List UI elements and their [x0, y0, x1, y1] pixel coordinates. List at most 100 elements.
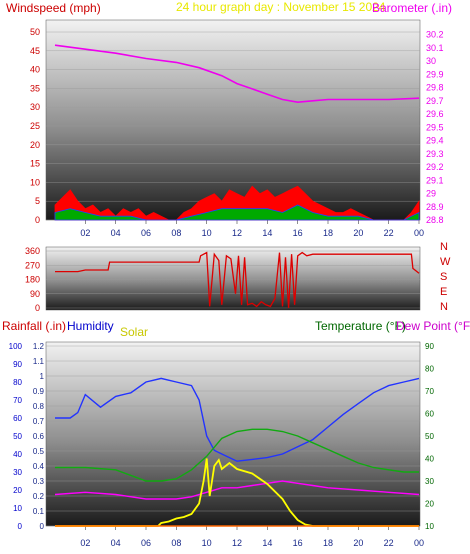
hour-tick: 04 — [111, 228, 121, 238]
humidity-tick: 0 — [18, 522, 23, 531]
barometer-tick: 29.1 — [426, 175, 444, 185]
humidity-label: Humidity — [67, 319, 114, 333]
temperature-tick: 80 — [425, 365, 434, 374]
compass-label: S — [440, 271, 447, 283]
temperature-tick: 20 — [425, 500, 434, 509]
windspeed-tick: 20 — [30, 140, 40, 150]
compass-label: W — [440, 256, 451, 268]
humidity-tick: 60 — [13, 414, 22, 423]
hour-tick: 14 — [262, 538, 272, 548]
windspeed-tick: 25 — [30, 121, 40, 131]
barometer-tick: 29.7 — [426, 96, 444, 106]
rainfall-tick: 0.4 — [33, 462, 45, 471]
temperature-tick: 40 — [425, 455, 434, 464]
hour-tick: 20 — [353, 538, 363, 548]
hour-tick: 08 — [171, 538, 181, 548]
barometer-tick: 29.6 — [426, 109, 444, 119]
hour-tick: 12 — [232, 538, 242, 548]
wind-plot-area — [45, 19, 421, 221]
temperature-tick: 90 — [425, 342, 434, 351]
direction-tick: 180 — [25, 275, 40, 285]
barometer-tick: 29.3 — [426, 149, 444, 159]
temperature-tick: 60 — [425, 410, 434, 419]
humidity-tick: 50 — [13, 432, 22, 441]
direction-tick: 360 — [25, 246, 40, 256]
barometer-tick: 30.1 — [426, 43, 444, 53]
hour-tick: 14 — [262, 228, 272, 238]
rainfall-tick: 0.3 — [33, 477, 45, 486]
direction-tick: 90 — [30, 289, 40, 299]
hour-tick: 08 — [171, 228, 181, 238]
rainfall-label: Rainfall (.in) — [2, 319, 66, 333]
barometer-tick: 28.8 — [426, 215, 444, 225]
dewpoint-label: Dew Point (°F) — [396, 319, 470, 333]
hour-tick: 22 — [384, 228, 394, 238]
compass-label: E — [440, 286, 447, 298]
humidity-tick: 100 — [9, 342, 23, 351]
temperature-tick: 30 — [425, 477, 434, 486]
hour-tick: 18 — [323, 538, 333, 548]
hour-tick: 22 — [384, 538, 394, 548]
rainfall-tick: 0.9 — [33, 387, 45, 396]
windspeed-tick: 5 — [35, 196, 40, 206]
hour-tick: 20 — [353, 228, 363, 238]
hour-tick: 02 — [80, 538, 90, 548]
solar-label: Solar — [120, 325, 148, 339]
barometer-tick: 29.9 — [426, 69, 444, 79]
windspeed-label: Windspeed (mph) — [6, 1, 101, 15]
hour-tick: 06 — [141, 538, 151, 548]
windspeed-tick: 0 — [35, 215, 40, 225]
compass-label: N — [440, 241, 448, 253]
hour-tick: 00 — [414, 228, 424, 238]
windspeed-tick: 35 — [30, 83, 40, 93]
direction-tick: 0 — [35, 303, 40, 313]
barometer-tick: 30 — [426, 56, 436, 66]
barometer-tick: 28.9 — [426, 202, 444, 212]
rainfall-tick: 0.1 — [33, 507, 45, 516]
windspeed-tick: 40 — [30, 65, 40, 75]
hour-tick: 10 — [202, 228, 212, 238]
windspeed-tick: 10 — [30, 177, 40, 187]
hour-tick: 18 — [323, 228, 333, 238]
barometer-tick: 29.4 — [426, 136, 444, 146]
hour-tick: 12 — [232, 228, 242, 238]
temperature-label: Temperature (°F) — [315, 319, 406, 333]
barometer-label: Barometer (.in) — [372, 1, 452, 15]
hour-tick: 04 — [111, 538, 121, 548]
barometer-tick: 30.2 — [426, 30, 444, 40]
barometer-tick: 29.5 — [426, 122, 444, 132]
humidity-tick: 40 — [13, 450, 22, 459]
hour-tick: 10 — [202, 538, 212, 548]
windspeed-tick: 45 — [30, 46, 40, 56]
humidity-tick: 90 — [13, 360, 22, 369]
rainfall-tick: 1.1 — [33, 357, 45, 366]
temperature-tick: 50 — [425, 432, 434, 441]
rainfall-tick: 1 — [40, 372, 45, 381]
temperature-tick: 10 — [425, 522, 434, 531]
humidity-tick: 10 — [13, 504, 22, 513]
rainfall-tick: 0.5 — [33, 447, 45, 456]
rainfall-tick: 0.6 — [33, 432, 45, 441]
windspeed-tick: 30 — [30, 102, 40, 112]
weather-graph: Windspeed (mph) 24 hour graph day : Nove… — [2, 0, 470, 548]
graph-title: 24 hour graph day : November 15 2024 — [176, 0, 386, 14]
rainfall-tick: 0.2 — [33, 492, 45, 501]
hour-tick: 06 — [141, 228, 151, 238]
direction-tick: 270 — [25, 260, 40, 270]
humidity-tick: 20 — [13, 486, 22, 495]
barometer-tick: 29.8 — [426, 83, 444, 93]
humidity-tick: 80 — [13, 378, 22, 387]
humidity-tick: 30 — [13, 468, 22, 477]
rainfall-tick: 0 — [40, 522, 45, 531]
hour-tick: 02 — [80, 228, 90, 238]
humidity-tick: 70 — [13, 396, 22, 405]
windspeed-tick: 50 — [30, 27, 40, 37]
temperature-tick: 70 — [425, 387, 434, 396]
barometer-tick: 29 — [426, 189, 436, 199]
barometer-tick: 29.2 — [426, 162, 444, 172]
hour-tick: 16 — [293, 538, 303, 548]
rainfall-tick: 0.7 — [33, 417, 45, 426]
hour-tick: 00 — [414, 538, 424, 548]
rainfall-tick: 0.8 — [33, 402, 45, 411]
rainfall-tick: 1.2 — [33, 342, 45, 351]
